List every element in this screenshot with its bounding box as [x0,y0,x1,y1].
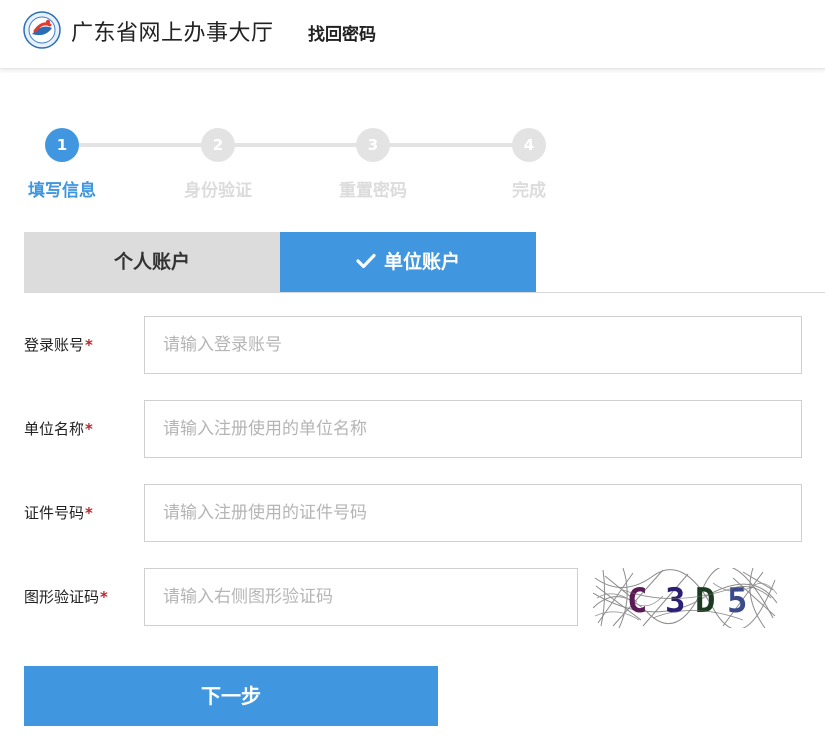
step-3-circle: 3 [356,128,390,162]
step-1-label: 填写信息 [28,181,96,201]
step-1-circle: 1 [45,128,79,162]
captcha-label: 图形验证码* [24,586,108,607]
step-connector [62,143,530,147]
account-row: 登录账号* [24,316,814,376]
org-name-label: 单位名称* [24,418,93,439]
tab-organization-label: 单位账户 [383,251,460,273]
org-name-label-text: 单位名称 [24,420,85,438]
captcha-image[interactable]: C 3 D 5 [593,568,777,628]
captcha-input[interactable] [144,568,578,626]
org-name-input[interactable] [144,400,802,458]
progress-steps: 1 2 3 4 填写信息 身份验证 重置密码 完成 [0,128,600,208]
required-mark: * [85,504,93,522]
account-label-text: 登录账号 [24,336,85,354]
required-mark: * [100,588,108,606]
required-mark: * [85,336,93,354]
account-input[interactable] [144,316,802,374]
svg-text:C: C [627,581,647,621]
org-name-row: 单位名称* [24,400,814,460]
cert-no-input[interactable] [144,484,802,542]
step-3-label: 重置密码 [339,181,407,201]
site-logo-icon[interactable] [23,11,61,49]
required-mark: * [85,420,93,438]
cert-no-label: 证件号码* [24,502,93,523]
captcha-row: 图形验证码* C 3 D 5 [24,568,814,628]
svg-text:D: D [695,581,715,621]
checkmark-icon [356,253,376,268]
step-2-circle: 2 [201,128,235,162]
svg-text:3: 3 [665,581,685,621]
step-2-label: 身份验证 [184,181,252,201]
tab-organization-account[interactable]: 单位账户 [280,232,536,292]
next-step-button[interactable]: 下一步 [24,666,438,726]
step-4-label: 完成 [512,181,546,201]
step-4-circle: 4 [512,128,546,162]
tab-personal-label: 个人账户 [113,251,190,273]
tab-personal-account[interactable]: 个人账户 [24,232,280,292]
page-title: 找回密码 [308,25,376,45]
account-type-tabs: 个人账户 单位账户 [24,232,825,293]
cert-no-row: 证件号码* [24,484,814,544]
cert-no-label-text: 证件号码 [24,504,85,522]
account-label: 登录账号* [24,334,93,355]
top-header: 广东省网上办事大厅 找回密码 [0,0,825,69]
captcha-label-text: 图形验证码 [24,588,100,606]
site-name[interactable]: 广东省网上办事大厅 [71,15,274,47]
